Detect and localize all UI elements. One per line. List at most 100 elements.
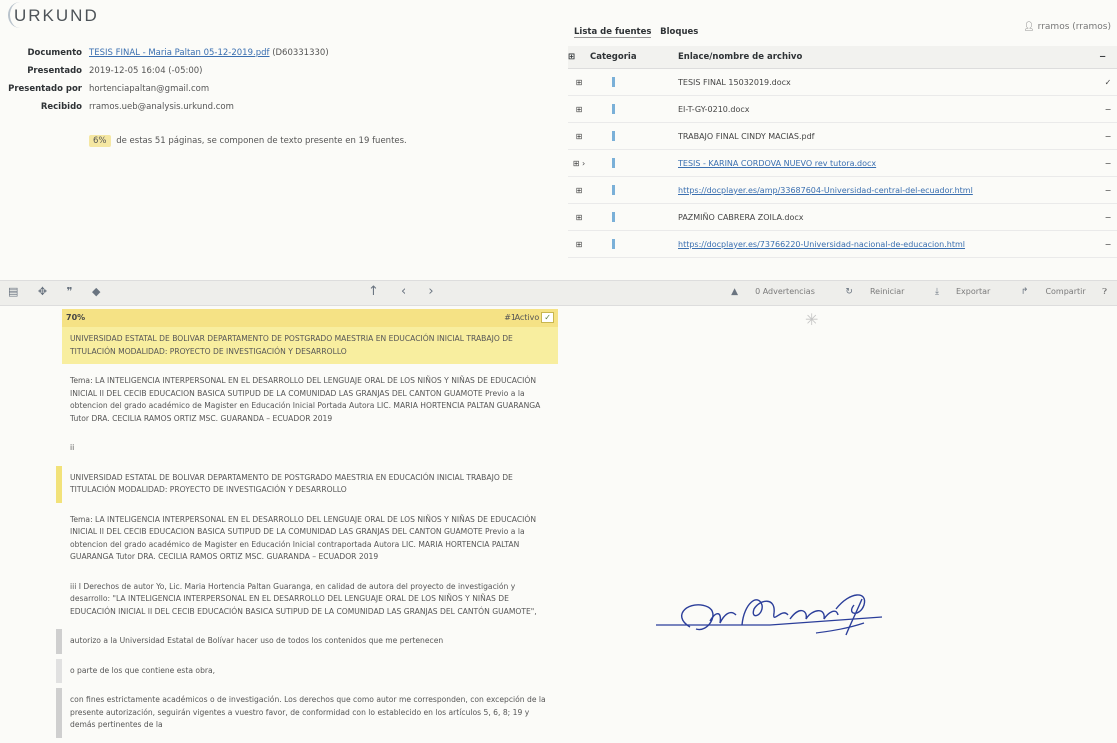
source-row[interactable]: ⊞ EI-T-GY-0210.docx − [568,95,1117,123]
category-cell [590,203,672,231]
recibido-value: rramos.ueb@analysis.urkund.com [89,102,234,112]
category-cell [590,176,672,204]
compartir-button[interactable]: ↱ Compartir [1007,287,1086,297]
source-row[interactable]: ⊞ PAZMIÑO CABRERA ZOILA.docx − [568,203,1117,231]
documento-row: Documento TESIS FINAL - Maria Paltan 05-… [0,48,560,66]
paragraph-8: o parte de los que contiene esta obra, [56,658,558,683]
category-bar-icon [612,185,615,195]
toolbar: ▤ ✥ ❞ ◆ ↑ ‹ › ▲ 0 Advertencias ↻ Reiniciar… [0,280,1117,306]
category-bar-icon [612,131,615,141]
presentado-value: 2019-12-05 16:04 (-05:00) [89,66,203,76]
arrow-up-icon[interactable]: ↑ [368,284,379,299]
documento-value: TESIS FINAL - Maria Paltan 05-12-2019.pd… [89,48,329,58]
expand-all-icon[interactable]: ⊞ [568,46,590,69]
excluded-icon[interactable]: − [1099,230,1117,258]
category-bar-icon [612,104,615,114]
source-row[interactable]: ⊞ https://docplayer.es/73766220-Universid… [568,230,1117,258]
presentado-por-label: Presentado por [8,84,82,94]
excluded-icon[interactable]: − [1099,95,1117,123]
active-label: Activo [514,313,540,322]
match-header: 70% #1 Activo ✓ [62,309,558,327]
advertencias-button[interactable]: ▲ 0 Advertencias [717,287,815,297]
paragraph-9: con fines estrictamente académicos o de … [56,688,558,738]
source-link[interactable]: https://docplayer.es/73766220-Universida… [678,240,965,249]
source-row[interactable]: ⊞ TESIS FINAL 15032019.docx ✓ [568,68,1117,96]
help-icon[interactable]: ❓︎ [1102,287,1107,296]
category-cell [590,68,672,96]
active-check-icon: ✓ [541,312,554,323]
source-name-cell: https://docplayer.es/73766220-Universida… [672,230,1099,258]
reiniciar-button[interactable]: ↻ Reiniciar [831,287,905,297]
source-row[interactable]: ⊞ TRABAJO FINAL CINDY MACIAS.pdf − [568,122,1117,150]
source-name: TESIS FINAL 15032019.docx [678,77,791,87]
quote-icon[interactable]: ❞ [67,285,73,298]
excluded-icon[interactable]: − [1099,176,1117,204]
loading-spinner-icon: ✳ [805,310,819,329]
recibido-label: Recibido [40,102,82,112]
chevron-left-icon[interactable]: ‹ [401,284,406,299]
recibido-row: Recibido rramos.ueb@analysis.urkund.com [0,102,560,120]
paragraph-4: UNIVERSIDAD ESTATAL DE BOLIVAR DEPARTAME… [56,465,558,503]
checked-icon[interactable]: ✓ [1099,68,1117,96]
presentado-por-row: Presentado por hortenciapaltan@gmail.com [0,84,560,102]
sources-table: ⊞ Categoria Enlace/nombre de archivo − ⊞… [568,46,1117,258]
chevron-right-icon[interactable]: › [428,284,433,299]
paragraph-2: Tema: LA INTELIGENCIA INTERPERSONAL EN E… [70,376,541,423]
handwritten-signature [650,585,890,658]
excluded-icon[interactable]: − [1099,122,1117,150]
expand-row-icon[interactable]: ⊞ [568,230,590,258]
move-icon[interactable]: ✥ [38,285,47,298]
category-cell [590,230,672,258]
category-bar-icon [612,158,615,168]
tag-icon[interactable]: ◆ [92,285,100,298]
expand-row-icon[interactable]: ⊞ › [568,149,590,177]
download-icon: ⤓ [934,287,939,297]
share-icon: ↱ [1020,287,1029,297]
tab-bloques[interactable]: Bloques [660,27,698,37]
category-cell [590,122,672,150]
category-bar-icon [612,77,615,87]
source-name: PAZMIÑO CABRERA ZOILA.docx [678,212,804,222]
source-link[interactable]: TESIS - KARINA CORDOVA NUEVO rev tutora.… [678,159,876,168]
collapse-all-icon[interactable]: − [1099,46,1117,69]
exportar-button[interactable]: ⤓ Exportar [921,287,990,297]
category-cell [590,95,672,123]
paragraph-7: autorizo a la Universidad Estatal de Bol… [56,629,558,654]
header-category: Categoria [590,46,672,69]
excluded-icon[interactable]: − [1099,149,1117,177]
summary-pct-badge: 6% [89,135,111,147]
excluded-icon[interactable]: − [1099,203,1117,231]
paragraph-3: ii [70,443,75,452]
source-link[interactable]: https://docplayer.es/amp/33687604-Univer… [678,186,973,195]
document-info: Documento TESIS FINAL - Maria Paltan 05-… [0,48,560,120]
expand-row-icon[interactable]: ⊞ [568,122,590,150]
source-row[interactable]: ⊞ › TESIS - KARINA CORDOVA NUEVO rev tuto… [568,149,1117,177]
toolbar-right: ▲ 0 Advertencias ↻ Reiniciar ⤓ Exportar ↱ Co… [703,287,1107,297]
user-menu[interactable]: 👤︎ rramos (rramos) [1023,22,1111,32]
reiniciar-label: Reiniciar [869,287,905,296]
refresh-icon: ↻ [845,287,853,297]
expand-row-icon[interactable]: ⊞ [568,176,590,204]
source-name-cell: TRABAJO FINAL CINDY MACIAS.pdf [672,122,1099,150]
expand-row-icon[interactable]: ⊞ [568,68,590,96]
image-icon[interactable]: ▤ [8,285,18,298]
summary-text: de estas 51 páginas, se componen de text… [116,136,407,146]
source-name: EI-T-GY-0210.docx [678,104,750,114]
urkund-logo: URKUND [8,2,99,28]
toolbar-left: ▤ ✥ ❞ ◆ [8,285,117,298]
expand-row-icon[interactable]: ⊞ [568,203,590,231]
active-toggle[interactable]: Activo ✓ [515,312,554,323]
paragraph-6: iii I Derechos de autor Yo, Lic. Maria H… [70,581,537,616]
documento-label: Documento [27,48,82,58]
user-name: rramos (rramos) [1037,22,1111,32]
expand-row-icon[interactable]: ⊞ [568,95,590,123]
documento-link[interactable]: TESIS FINAL - Maria Paltan 05-12-2019.pd… [89,48,269,58]
sources-tabs: Lista de fuentes Bloques [574,27,704,38]
warning-icon: ▲ [731,287,739,297]
source-name: TRABAJO FINAL CINDY MACIAS.pdf [678,131,815,141]
document-text: 70% #1 Activo ✓ UNIVERSIDAD ESTATAL DE BO… [56,309,558,743]
similarity-summary: 6% de estas 51 páginas, se componen de t… [89,135,407,147]
source-name-cell: TESIS - KARINA CORDOVA NUEVO rev tutora.… [672,149,1099,177]
source-row[interactable]: ⊞ https://docplayer.es/amp/33687604-Unive… [568,176,1117,204]
tab-lista-de-fuentes[interactable]: Lista de fuentes [574,27,652,38]
